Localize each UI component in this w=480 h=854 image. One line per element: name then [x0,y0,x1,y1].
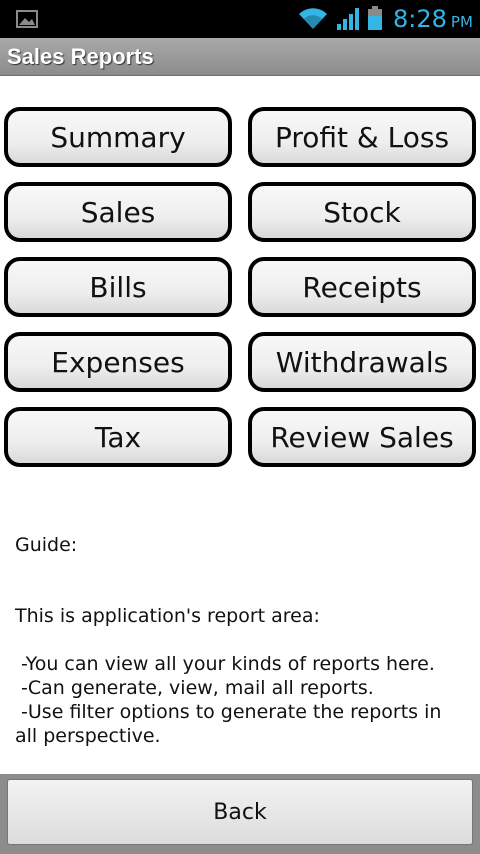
page-title: Sales Reports [7,44,154,69]
receipts-button[interactable]: Receipts [248,257,476,317]
guide-intro: This is application's report area: [15,605,320,627]
bottom-bar: Back [0,774,480,854]
guide-heading: Guide: [15,534,78,556]
status-bar: 8:28 PM [0,0,480,38]
expenses-button[interactable]: Expenses [4,332,232,392]
guide-point: -Can generate, view, mail all reports. [15,677,374,699]
tax-button[interactable]: Tax [4,407,232,467]
guide-section: Guide: This is application's report area… [15,533,465,748]
signal-icon [337,8,359,30]
back-button[interactable]: Back [7,779,473,845]
wifi-icon [299,8,327,29]
sales-button[interactable]: Sales [4,182,232,242]
bills-button[interactable]: Bills [4,257,232,317]
status-clock: 8:28 PM [393,4,473,37]
status-ampm: PM [450,13,473,31]
summary-button[interactable]: Summary [4,107,232,167]
review-sales-button[interactable]: Review Sales [248,407,476,467]
title-bar: Sales Reports [0,38,480,76]
guide-point: -Use filter options to generate the repo… [15,701,448,747]
battery-icon [368,6,382,30]
profit-loss-button[interactable]: Profit & Loss [248,107,476,167]
stock-button[interactable]: Stock [248,182,476,242]
status-time: 8:28 [393,5,447,33]
image-icon [16,10,38,28]
guide-point: -You can view all your kinds of reports … [15,653,435,675]
withdrawals-button[interactable]: Withdrawals [248,332,476,392]
